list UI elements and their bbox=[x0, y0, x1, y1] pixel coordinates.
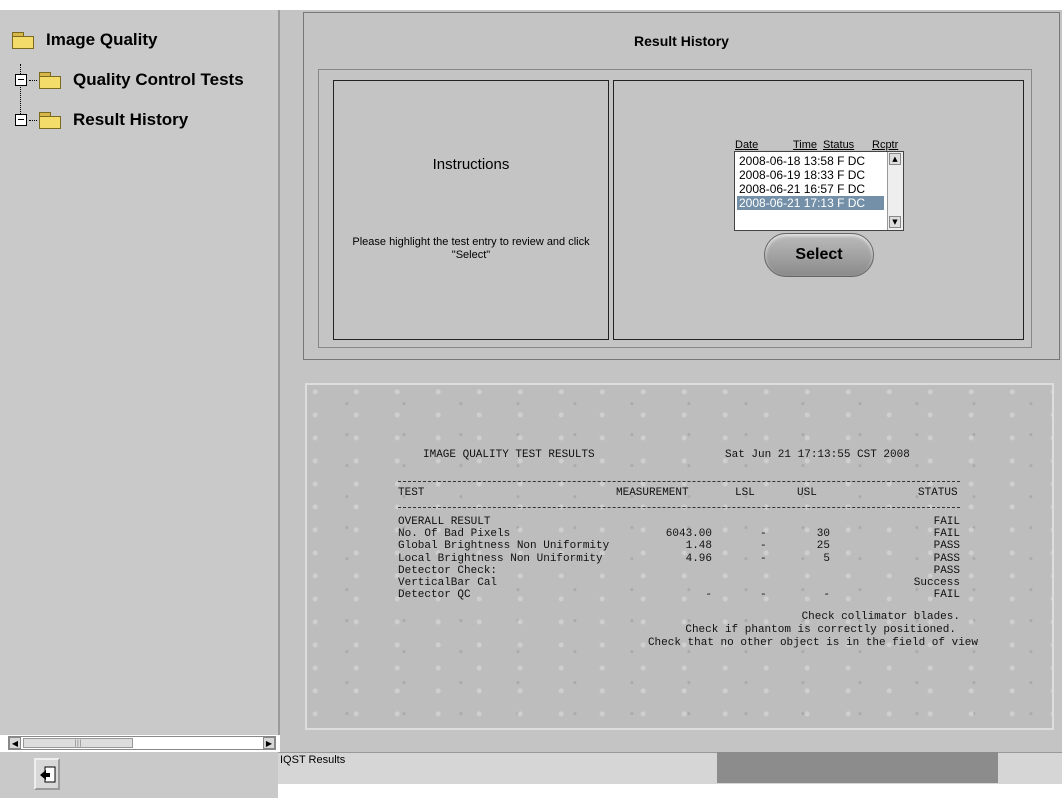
list-item-selected[interactable]: 2008-06-21 17:13 F DC bbox=[737, 196, 884, 210]
usl-column: 30 25 5 - bbox=[816, 528, 830, 602]
header-lsl: LSL bbox=[735, 487, 755, 499]
list-item[interactable]: 2008-06-19 18:33 F DC bbox=[737, 168, 884, 182]
column-header-time[interactable]: Time bbox=[793, 139, 817, 151]
note-1: Check collimator blades. bbox=[801, 611, 960, 623]
scroll-down-icon[interactable]: ▼ bbox=[889, 216, 901, 228]
column-header-status[interactable]: Status bbox=[823, 139, 854, 151]
scroll-thumb[interactable]: ||| bbox=[23, 738, 133, 748]
results-timestamp: Sat Jun 21 17:13:55 CST 2008 bbox=[725, 449, 910, 461]
tree-node-quality-control-tests[interactable]: Quality Control Tests bbox=[15, 70, 244, 90]
folder-icon bbox=[39, 72, 61, 89]
scroll-left-icon[interactable]: ◀ bbox=[9, 737, 21, 749]
header-status: STATUS bbox=[918, 487, 958, 499]
list-item[interactable]: 2008-06-21 16:57 F DC bbox=[737, 182, 884, 196]
note-3: Check that no other object is in the fie… bbox=[647, 637, 978, 649]
listbox-scrollbar[interactable]: ▲ ▼ bbox=[887, 152, 903, 230]
panel-title: Result History bbox=[634, 33, 729, 49]
exit-icon bbox=[40, 766, 56, 783]
select-button[interactable]: Select bbox=[764, 233, 874, 277]
lsl-column: - - - - bbox=[760, 528, 767, 602]
folder-icon bbox=[39, 112, 61, 129]
column-header-rcptr[interactable]: Rcptr bbox=[872, 139, 898, 151]
status-column: FAIL FAIL PASS PASS PASS Success FAIL bbox=[913, 516, 960, 602]
header-test: TEST bbox=[398, 487, 425, 499]
instructions-box bbox=[333, 80, 609, 340]
history-listbox[interactable]: 2008-06-18 13:58 F DC 2008-06-19 18:33 F… bbox=[734, 151, 904, 231]
tree-node-label: Result History bbox=[73, 110, 189, 129]
tree-horizontal-scrollbar[interactable]: ◀ ||| ▶ bbox=[8, 736, 276, 750]
column-header-date[interactable]: Date bbox=[735, 139, 758, 151]
scroll-right-icon[interactable]: ▶ bbox=[263, 737, 275, 749]
tree-expander-icon[interactable] bbox=[15, 74, 27, 86]
header-measurement: MEASUREMENT bbox=[616, 487, 689, 499]
tree-node-result-history[interactable]: Result History bbox=[15, 110, 188, 130]
divider bbox=[398, 507, 960, 508]
tree-node-label: Image Quality bbox=[46, 30, 158, 49]
status-segment bbox=[717, 752, 998, 783]
tests-column: OVERALL RESULT No. Of Bad Pixels Global … bbox=[398, 516, 610, 602]
tree-node-image-quality[interactable]: Image Quality bbox=[12, 30, 157, 50]
tree-expander-icon[interactable] bbox=[15, 114, 27, 126]
instructions-text: Please highlight the test entry to revie… bbox=[352, 236, 590, 261]
tree-node-label: Quality Control Tests bbox=[73, 70, 244, 89]
navigation-tree: Image Quality Quality Control Tests Resu… bbox=[0, 10, 280, 735]
status-text: IQST Results bbox=[280, 754, 346, 766]
measurement-column: 6043.00 1.48 4.96 - bbox=[665, 528, 712, 602]
results-title: IMAGE QUALITY TEST RESULTS bbox=[423, 449, 595, 461]
note-2: Check if phantom is correctly positioned… bbox=[685, 624, 956, 636]
instructions-title: Instructions bbox=[432, 156, 510, 173]
folder-icon bbox=[12, 32, 34, 49]
scroll-up-icon[interactable]: ▲ bbox=[889, 153, 901, 165]
header-usl: USL bbox=[797, 487, 817, 499]
exit-button[interactable] bbox=[34, 758, 60, 790]
divider bbox=[398, 481, 960, 482]
list-item[interactable]: 2008-06-18 13:58 F DC bbox=[737, 154, 884, 168]
